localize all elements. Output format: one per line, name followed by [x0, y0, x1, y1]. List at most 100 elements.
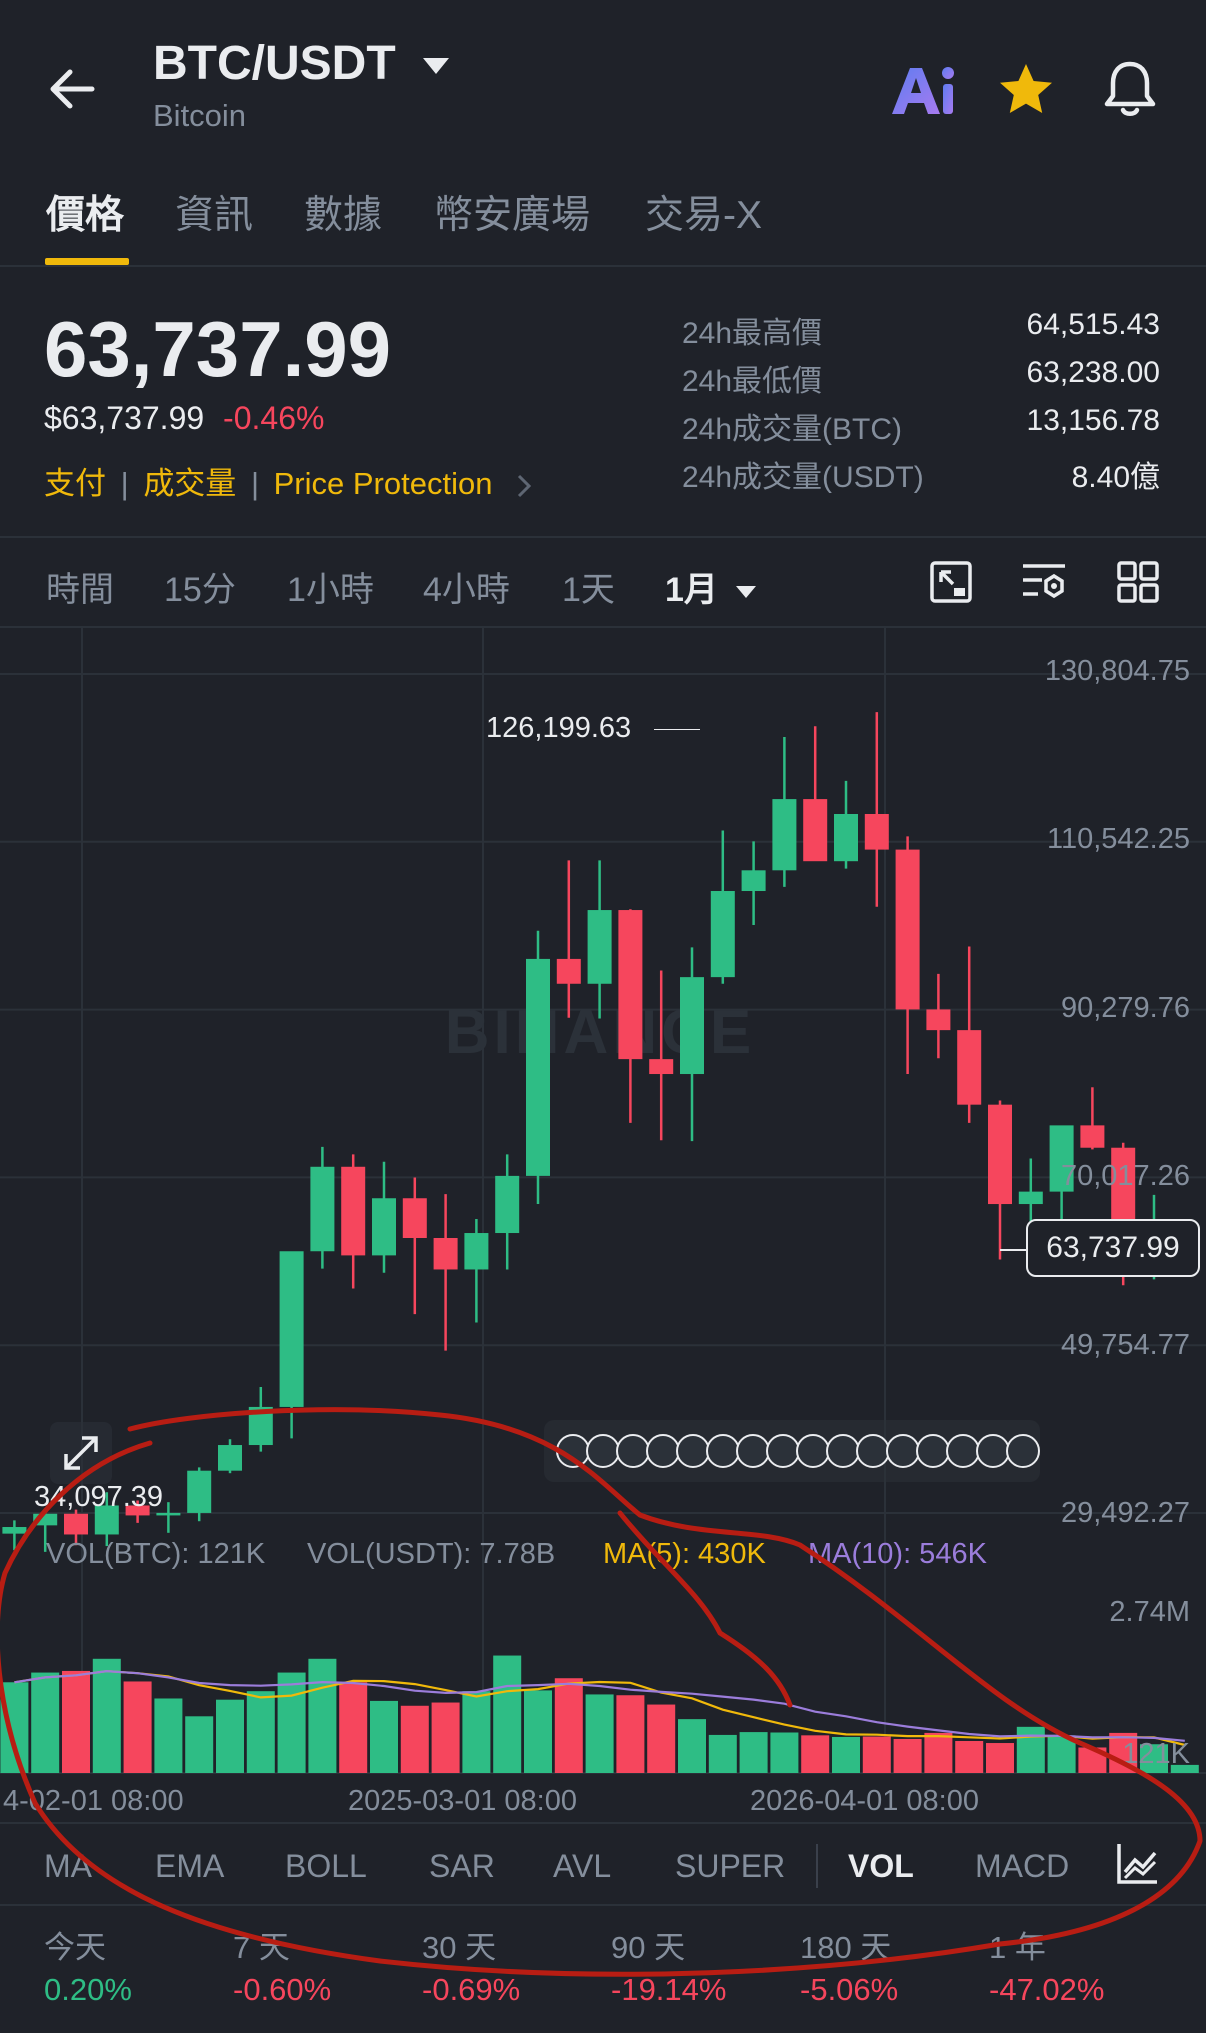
usd-price: $63,737.99 [44, 400, 205, 436]
y-tick-label: 90,279.76 [1060, 992, 1190, 1024]
candle-up [279, 1251, 304, 1439]
candle-down [341, 1154, 366, 1289]
stat-low-value: 63,238.00 [1026, 356, 1160, 389]
tab-price[interactable]: 價格 [46, 184, 124, 240]
tab-active-indicator [45, 258, 129, 265]
ai-button[interactable] [888, 62, 958, 120]
volume-bars-group [0, 1655, 1199, 1773]
volume-bar [431, 1702, 460, 1773]
candle-body [341, 1166, 366, 1256]
fullscreen-button[interactable] [50, 1422, 112, 1484]
indicator-ma[interactable]: MA [44, 1848, 92, 1885]
vol-btc-legend: VOL(BTC): 121K [46, 1538, 266, 1570]
x-tick-label: 2026-04-01 08:00 [750, 1785, 979, 1817]
stat-vol-usdt-value: 8.40億 [1071, 461, 1160, 494]
indicator-sar[interactable]: SAR [429, 1848, 495, 1885]
y-tick-label: 130,804.75 [1044, 655, 1190, 687]
stat-vol-usdt-label: 24h成交量(USDT) [682, 461, 924, 494]
interval-1d[interactable]: 1天 [562, 562, 615, 611]
indicator-super[interactable]: SUPER [675, 1848, 785, 1885]
volume-bar [400, 1705, 429, 1773]
coin-name: Bitcoin [153, 98, 247, 133]
candle-body [310, 1166, 335, 1252]
vol-y-tick-label: 2.74M [1109, 1596, 1190, 1628]
candle-body [218, 1445, 242, 1471]
link-separator: | [120, 466, 129, 501]
caret-down-icon [423, 58, 449, 75]
pair-title[interactable]: BTC/USDT [153, 36, 451, 91]
candle-up [834, 780, 858, 869]
volume-bar [647, 1704, 676, 1773]
candle-body [187, 1470, 212, 1513]
indicator-macd[interactable]: MACD [975, 1848, 1069, 1885]
stat-high-label: 24h最高價 [682, 317, 823, 350]
interval-time[interactable]: 時間 [46, 562, 114, 611]
interval-15m[interactable]: 15分 [164, 562, 236, 611]
interval-4h[interactable]: 4小時 [423, 562, 510, 611]
y-tick-label: 29,492.27 [1060, 1497, 1190, 1529]
tab-info[interactable]: 資訊 [175, 184, 253, 240]
chart-settings-button[interactable] [1020, 560, 1068, 604]
price-protection-link[interactable]: Price Protection [274, 466, 493, 501]
interval-1h[interactable]: 1小時 [287, 562, 374, 611]
candle-body [618, 910, 643, 1060]
perf-value-180d: -5.06% [800, 1972, 899, 2007]
candle-body [464, 1233, 489, 1270]
back-button[interactable] [44, 60, 102, 118]
perf-label-1y: 1 年 [989, 1930, 1046, 1965]
tab-square[interactable]: 幣安廣場 [434, 184, 590, 240]
avatar-icon [556, 1434, 590, 1468]
candle-down [926, 973, 951, 1059]
stat-vol-btc-value: 13,156.78 [1026, 404, 1160, 437]
indicator-vol[interactable]: VOL [848, 1848, 914, 1885]
alert-button[interactable] [1100, 58, 1160, 120]
candle-down [433, 1194, 458, 1351]
interval-1M-label: 1月 [665, 571, 718, 609]
favorite-button[interactable] [996, 60, 1056, 120]
interval-1M[interactable]: 1月 [665, 562, 757, 611]
volume-bar [339, 1682, 368, 1773]
chevron-right-icon [518, 474, 532, 497]
candle-up [680, 947, 704, 1142]
avatar-icon [586, 1434, 620, 1468]
pay-link[interactable]: 支付 [44, 466, 106, 501]
candle-body [772, 799, 797, 871]
candle-body [2, 1527, 27, 1534]
avatar-icon [796, 1434, 830, 1468]
chart-bottom-divider [0, 1822, 1206, 1824]
candlestick-chart[interactable]: BINANCE [0, 628, 1206, 1818]
indicator-ema[interactable]: EMA [155, 1848, 224, 1885]
tab-trade-x[interactable]: 交易-X [645, 184, 762, 240]
volume-link[interactable]: 成交量 [143, 466, 236, 501]
high-price-label: 126,199.63 [486, 712, 632, 744]
volume-bar [462, 1691, 491, 1773]
perf-label-30d: 30 天 [422, 1930, 497, 1965]
candle-body [895, 849, 920, 1010]
indicator-avl[interactable]: AVL [553, 1848, 611, 1885]
bell-icon [1104, 61, 1156, 116]
candle-body [33, 1513, 58, 1526]
stat-vol-btc-label: 24h成交量(BTC) [682, 413, 903, 446]
candle-up [741, 841, 766, 925]
last-price: 63,737.99 [44, 305, 392, 393]
perf-label-180d: 180 天 [800, 1930, 892, 1965]
avatar-icon [646, 1434, 680, 1468]
y-tick-label: 49,754.77 [1060, 1329, 1190, 1361]
indicator-boll[interactable]: BOLL [285, 1848, 367, 1885]
candle-up [372, 1161, 396, 1273]
vol-usdt-legend: VOL(USDT): 7.78B [307, 1538, 556, 1570]
volume-bar [154, 1698, 183, 1773]
expand-button[interactable] [929, 560, 973, 604]
candle-body [1080, 1125, 1105, 1148]
volume-bar [832, 1736, 860, 1773]
layout-grid-button[interactable] [1116, 560, 1160, 604]
indicator-settings-button[interactable] [1113, 1840, 1161, 1888]
perf-value-1y: -47.02% [989, 1972, 1105, 2007]
stat-high-value: 64,515.43 [1026, 308, 1160, 341]
volume-bar [277, 1672, 306, 1773]
x-tick-label: 2025-03-01 08:00 [348, 1785, 577, 1817]
tab-data[interactable]: 數據 [304, 184, 382, 240]
community-avatars[interactable] [544, 1420, 1040, 1482]
candle-body [372, 1198, 396, 1256]
avatar-icon [916, 1434, 950, 1468]
